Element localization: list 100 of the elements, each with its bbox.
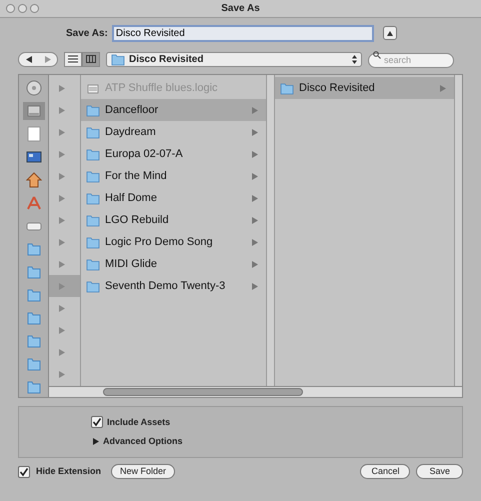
file-name: Half Dome	[105, 190, 158, 206]
chevron-icon	[59, 326, 65, 334]
disc-icon[interactable]	[26, 80, 42, 96]
folder-icon[interactable]	[26, 264, 42, 280]
folder-icon[interactable]	[26, 356, 42, 372]
file-name: LGO Rebuild	[105, 212, 170, 228]
folder-icon	[86, 170, 100, 182]
chevron-icon	[252, 282, 258, 290]
back-forward-control[interactable]	[18, 52, 58, 66]
file-name: Daydream	[105, 124, 157, 140]
chevron-icon	[252, 260, 258, 268]
file-row[interactable]: Dancefloor	[81, 99, 266, 121]
folder-icon	[86, 148, 100, 160]
scroll-thumb[interactable]	[103, 388, 303, 396]
folder-icon	[86, 258, 100, 270]
folder-icon[interactable]	[26, 379, 42, 395]
checkbox[interactable]	[91, 416, 103, 428]
location-text: Disco Revisited	[129, 52, 204, 66]
file-row[interactable]: LGO Rebuild	[81, 209, 266, 231]
cancel-button[interactable]: Cancel	[360, 464, 410, 479]
chevron-icon	[59, 304, 65, 312]
folder-icon	[86, 192, 100, 204]
chevron-icon	[252, 106, 258, 114]
chevron-icon	[59, 348, 65, 356]
chevron-icon	[59, 216, 65, 224]
file-row[interactable]: For the Mind	[81, 165, 266, 187]
chevron-icon	[252, 194, 258, 202]
folder-icon	[111, 52, 125, 66]
drive-icon[interactable]	[26, 103, 42, 119]
chevron-icon	[252, 150, 258, 158]
folder-icon	[86, 280, 100, 292]
file-row[interactable]: Logic Pro Demo Song	[81, 231, 266, 253]
include-assets-label: Include Assets	[107, 416, 170, 428]
file-name: Disco Revisited	[299, 80, 376, 96]
window-title: Save As	[221, 2, 260, 16]
list-icon	[68, 55, 78, 63]
chevron-icon	[59, 282, 65, 290]
applications-icon[interactable]	[26, 195, 42, 211]
folder-icon	[280, 82, 294, 94]
vertical-scrollbar[interactable]	[454, 75, 462, 386]
save-button[interactable]: Save	[416, 464, 463, 479]
chevron-icon	[59, 150, 65, 158]
chevron-icon	[252, 172, 258, 180]
file-row[interactable]: MIDI Glide	[81, 253, 266, 275]
columns-icon	[86, 55, 96, 63]
chevron-icon	[59, 238, 65, 246]
collapse-button[interactable]	[382, 26, 397, 40]
folder-icon[interactable]	[26, 310, 42, 326]
file-name: Logic Pro Demo Song	[105, 234, 214, 250]
file-row[interactable]: Europa 02-07-A	[81, 143, 266, 165]
file-name: Seventh Demo Twenty-3	[105, 278, 226, 294]
search-icon	[373, 51, 381, 59]
document-icon[interactable]	[26, 126, 42, 142]
updown-icon	[352, 54, 357, 64]
file-row[interactable]: Daydream	[81, 121, 266, 143]
chevron-icon	[252, 238, 258, 246]
column-row[interactable]	[49, 275, 80, 297]
horizontal-scrollbar[interactable]	[49, 386, 462, 397]
chevron-icon	[59, 260, 65, 268]
monitor-icon[interactable]	[26, 149, 42, 165]
new-folder-button[interactable]: New Folder	[111, 464, 176, 479]
hide-extension-label: Hide Extension	[36, 464, 102, 478]
file-name: Europa 02-07-A	[105, 146, 184, 162]
back-icon[interactable]	[26, 56, 32, 62]
file-icon	[86, 82, 100, 94]
chevron-icon	[59, 84, 65, 92]
chevron-icon	[59, 194, 65, 202]
chevron-icon	[59, 172, 65, 180]
file-name: MIDI Glide	[105, 256, 158, 272]
list-view-button[interactable]	[64, 52, 82, 66]
folder-icon	[86, 104, 100, 116]
folder-icon[interactable]	[26, 241, 42, 257]
folder-icon	[86, 126, 100, 138]
vertical-scrollbar[interactable]	[267, 75, 275, 386]
checkbox[interactable]	[18, 466, 30, 478]
advanced-options-disclosure[interactable]: Advanced Options	[91, 435, 462, 448]
folder-icon[interactable]	[26, 287, 42, 303]
chevron-icon	[59, 128, 65, 136]
disclosure-icon	[93, 438, 99, 446]
file-row[interactable]: Disco Revisited	[275, 77, 454, 99]
folder-icon	[86, 236, 100, 248]
chevron-icon	[59, 370, 65, 378]
file-row[interactable]: Half Dome	[81, 187, 266, 209]
file-name: Dancefloor	[105, 102, 160, 118]
chevron-icon	[59, 106, 65, 114]
caret-up-icon	[386, 30, 393, 36]
location-popup[interactable]: Disco Revisited	[106, 52, 362, 66]
file-name: For the Mind	[105, 168, 168, 184]
chevron-icon	[440, 84, 446, 92]
folder-icon	[86, 214, 100, 226]
column-view-button[interactable]	[82, 52, 100, 66]
filename-field[interactable]: Disco Revisited	[112, 24, 374, 42]
save-as-label: Save As:	[66, 26, 108, 40]
chevron-icon	[252, 216, 258, 224]
home-icon[interactable]	[26, 172, 42, 188]
forward-icon[interactable]	[44, 56, 50, 62]
file-row[interactable]: Seventh Demo Twenty-3	[81, 275, 266, 297]
search-field[interactable]: search	[368, 52, 454, 68]
folder-icon[interactable]	[26, 333, 42, 349]
chevron-icon	[252, 128, 258, 136]
